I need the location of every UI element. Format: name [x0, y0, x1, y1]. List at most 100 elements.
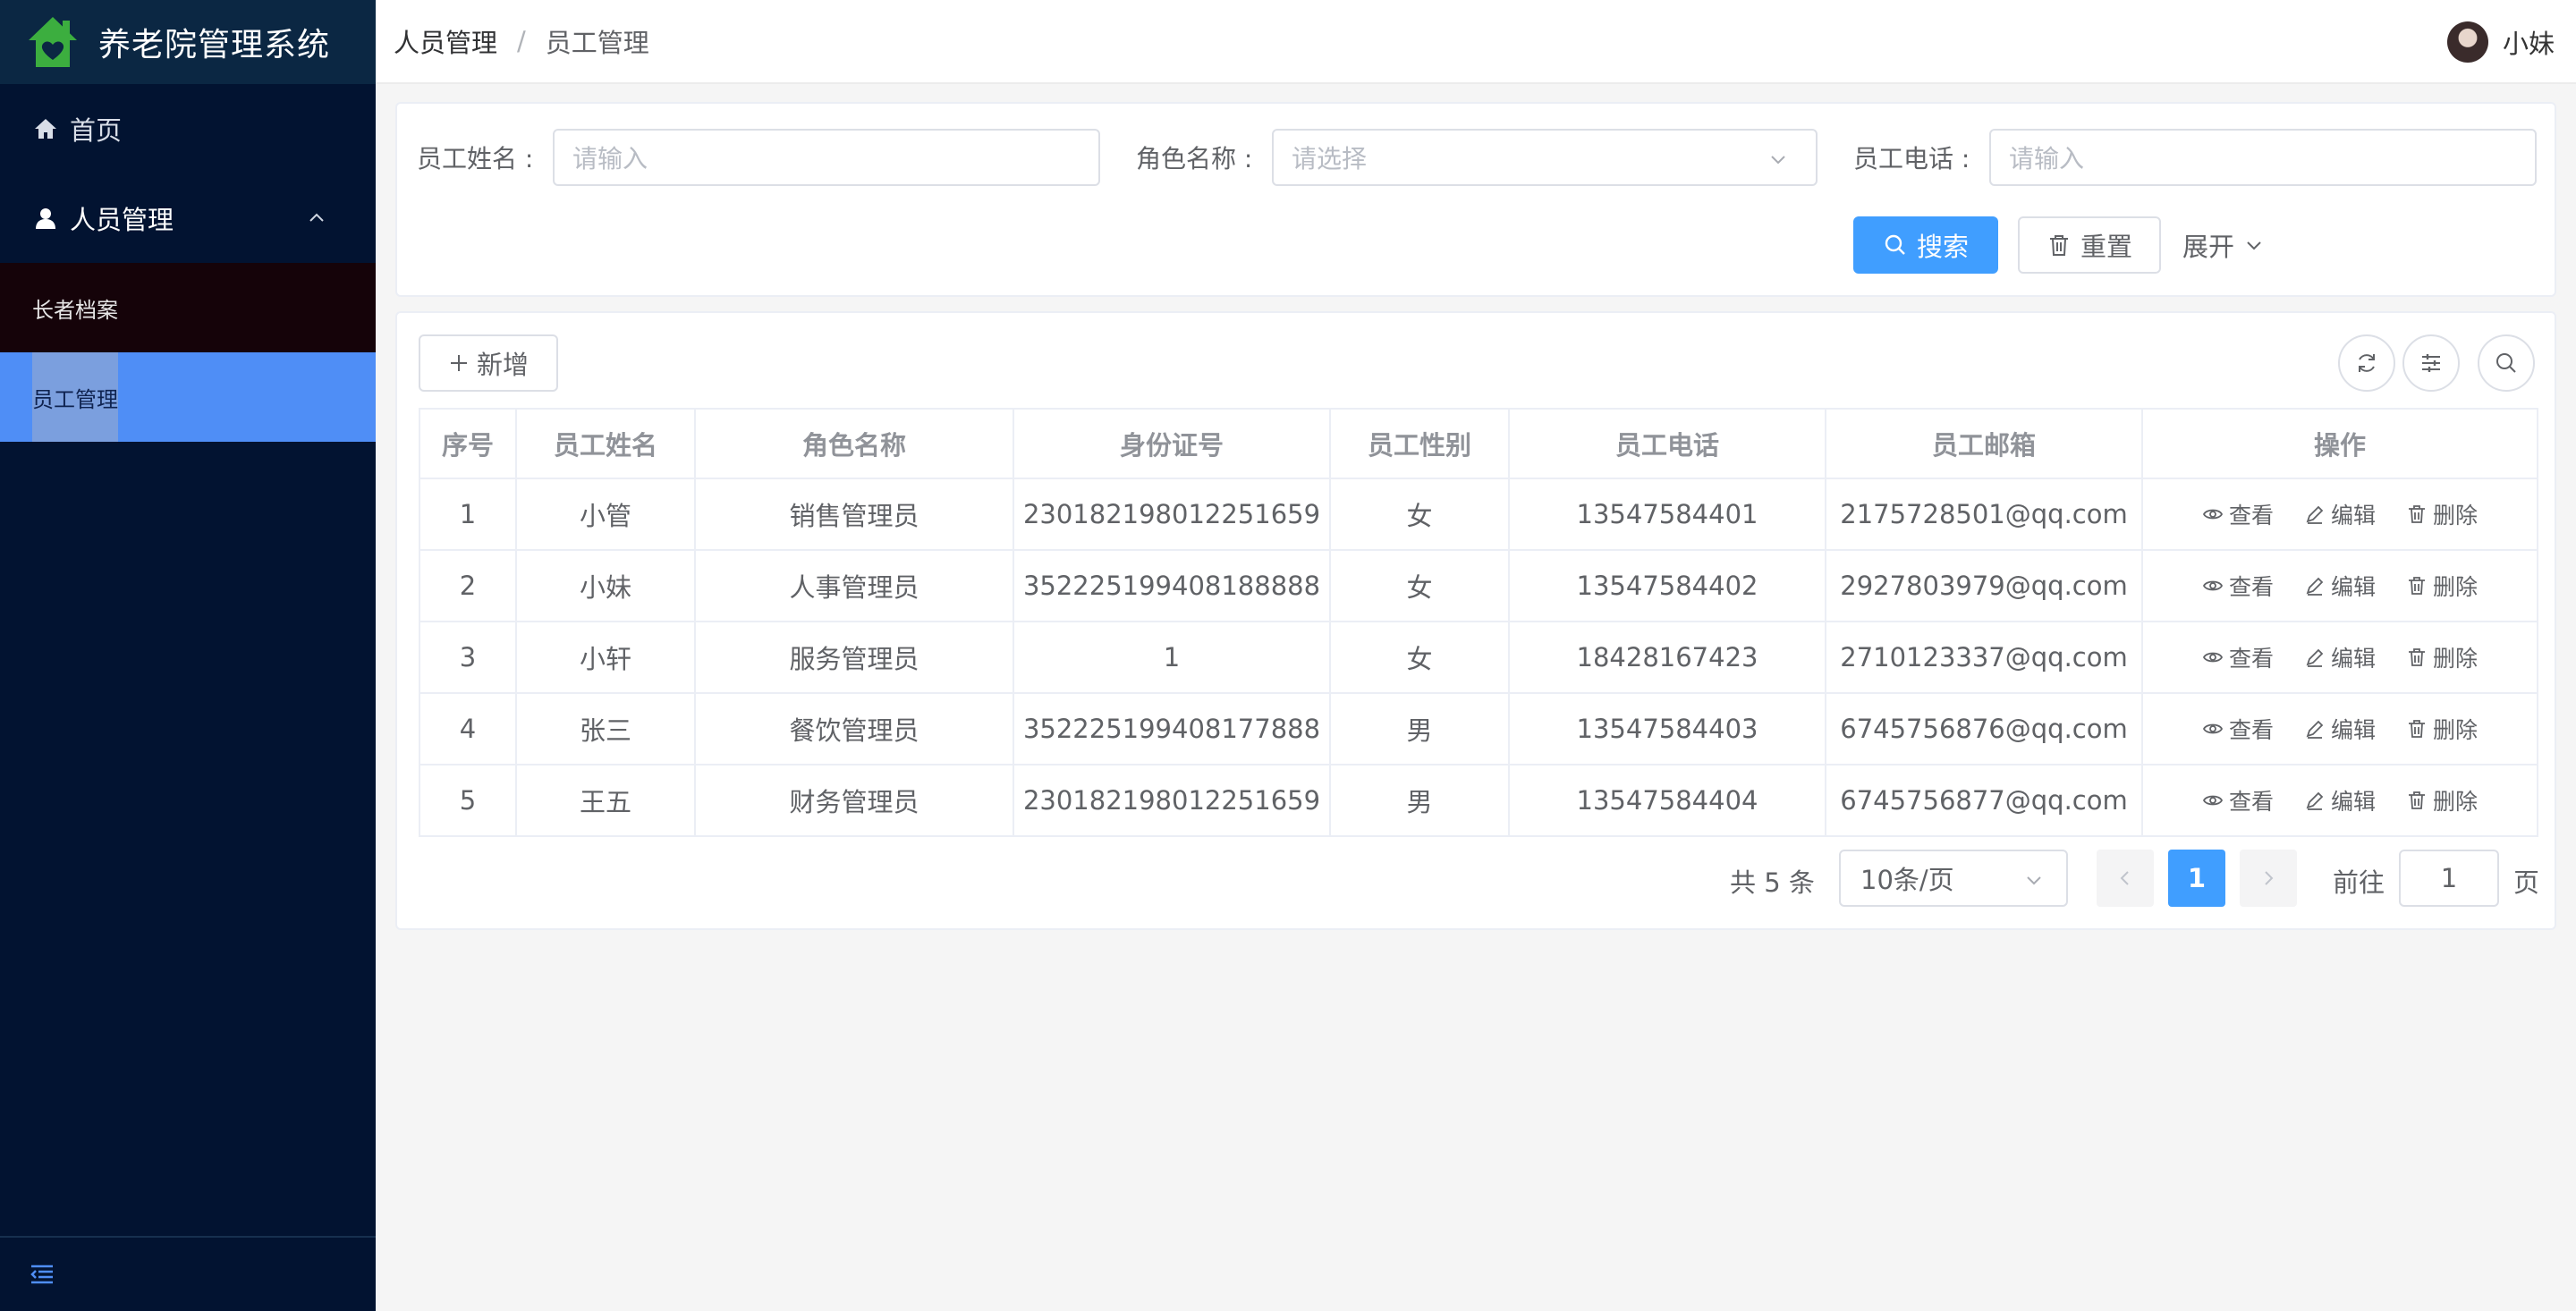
edit-icon [2304, 790, 2326, 811]
table-panel: 新增 序号 员工姓名 角色名称 身份证号 员工性别 员工电话 员工邮箱 操作 1… [395, 311, 2556, 930]
column-header: 角色名称 [694, 408, 1014, 479]
user-name[interactable]: 小妹 [2503, 23, 2555, 61]
edit-link[interactable]: 编辑 [2304, 784, 2376, 816]
search-button-label: 搜索 [1916, 232, 1969, 262]
cell-gender: 女 [1329, 478, 1510, 551]
cell-id: 352225199408177888 [1013, 692, 1331, 765]
pagination: 共 5 条 10条/页 1 前往 1 页 [397, 850, 2558, 907]
column-settings-button[interactable] [2402, 334, 2460, 392]
app-title: 养老院管理系统 [98, 27, 331, 63]
cell-name: 小妹 [515, 549, 696, 622]
eye-icon [2202, 790, 2224, 811]
view-link[interactable]: 查看 [2202, 641, 2274, 673]
cell-phone: 13547584403 [1508, 692, 1826, 765]
table-header-row: 序号 员工姓名 角色名称 身份证号 员工性别 员工电话 员工邮箱 操作 [419, 408, 2538, 479]
next-page-button[interactable] [2240, 850, 2297, 907]
cell-name: 小管 [515, 478, 696, 551]
cell-phone: 13547584401 [1508, 478, 1826, 551]
cell-actions: 查看 编辑 删除 [2141, 549, 2538, 622]
edit-icon [2304, 647, 2326, 668]
cell-role: 人事管理员 [694, 549, 1014, 622]
delete-link[interactable]: 删除 [2406, 784, 2478, 816]
page-size-select[interactable]: 10条/页 [1839, 850, 2068, 907]
expand-button-label: 展开 [2182, 232, 2235, 262]
reset-button[interactable]: 重置 [2018, 216, 2161, 274]
edit-link[interactable]: 编辑 [2304, 498, 2376, 530]
cell-actions: 查看 编辑 删除 [2141, 692, 2538, 765]
column-header: 员工性别 [1329, 408, 1510, 479]
view-link[interactable]: 查看 [2202, 498, 2274, 530]
name-filter-label: 员工姓名 : [417, 144, 534, 173]
cell-email: 2175728501@qq.com [1825, 478, 2143, 551]
cell-id: 230182198012251659 [1013, 478, 1331, 551]
delete-link[interactable]: 删除 [2406, 498, 2478, 530]
view-label: 查看 [2228, 646, 2274, 672]
delete-link[interactable]: 删除 [2406, 641, 2478, 673]
cell-no: 2 [419, 549, 517, 622]
delete-label: 删除 [2433, 789, 2479, 815]
cell-name: 小轩 [515, 621, 696, 694]
role-filter-select[interactable]: 请选择 [1272, 129, 1818, 186]
sidebar-item-label: 人员管理 [70, 205, 174, 235]
cell-actions: 查看 编辑 删除 [2141, 621, 2538, 694]
edit-label: 编辑 [2330, 503, 2376, 529]
column-header: 员工姓名 [515, 408, 696, 479]
name-filter-input[interactable]: 请输入 [553, 129, 1100, 186]
page-number-button[interactable]: 1 [2168, 850, 2225, 907]
add-staff-button[interactable]: 新增 [419, 334, 558, 392]
view-label: 查看 [2228, 789, 2274, 815]
menu-collapse-icon[interactable] [29, 1261, 55, 1288]
cell-no: 4 [419, 692, 517, 765]
goto-page-input[interactable]: 1 [2399, 850, 2499, 907]
chevron-down-icon [2023, 869, 2045, 891]
column-header: 序号 [419, 408, 517, 479]
role-filter-placeholder: 请选择 [1292, 144, 1368, 173]
breadcrumb-current: 员工管理 [545, 28, 649, 58]
delete-link[interactable]: 删除 [2406, 713, 2478, 745]
avatar[interactable] [2446, 21, 2488, 63]
expand-filters-button[interactable]: 展开 [2182, 216, 2317, 274]
view-link[interactable]: 查看 [2202, 784, 2274, 816]
cell-actions: 查看 编辑 删除 [2141, 478, 2538, 551]
chevron-left-icon [2115, 868, 2135, 888]
phone-filter-input[interactable]: 请输入 [1989, 129, 2537, 186]
view-link[interactable]: 查看 [2202, 570, 2274, 602]
cell-role: 财务管理员 [694, 764, 1014, 837]
cell-gender: 女 [1329, 621, 1510, 694]
user-menu[interactable]: 小妹 [2446, 21, 2555, 63]
trash-icon [2406, 503, 2428, 525]
sidebar-collapse-toggle[interactable] [0, 1236, 376, 1311]
page-size-value: 10条/页 [1860, 865, 1954, 895]
plus-icon [448, 352, 470, 374]
table-row: 1 小管 销售管理员 230182198012251659 女 13547584401 21… [419, 478, 2538, 551]
toggle-search-button[interactable] [2478, 334, 2535, 392]
edit-icon [2304, 575, 2326, 596]
delete-label: 删除 [2433, 574, 2479, 600]
refresh-icon [2354, 351, 2379, 376]
sidebar-item-people[interactable]: 人员管理 [0, 173, 376, 263]
table-row: 2 小妹 人事管理员 352225199408188888 女 13547584402 29… [419, 549, 2538, 622]
delete-link[interactable]: 删除 [2406, 570, 2478, 602]
trash-icon [2406, 575, 2428, 596]
refresh-button[interactable] [2338, 334, 2395, 392]
cell-no: 3 [419, 621, 517, 694]
cell-name: 王五 [515, 764, 696, 837]
search-button[interactable]: 搜索 [1853, 216, 1998, 274]
sidebar-item-elder-archive[interactable]: 长者档案 [0, 263, 376, 352]
edit-link[interactable]: 编辑 [2304, 713, 2376, 745]
view-link[interactable]: 查看 [2202, 713, 2274, 745]
logo: 养老院管理系统 [0, 0, 376, 84]
edit-link[interactable]: 编辑 [2304, 570, 2376, 602]
cell-no: 5 [419, 764, 517, 837]
prev-page-button[interactable] [2097, 850, 2154, 907]
edit-label: 编辑 [2330, 646, 2376, 672]
sidebar-item-home[interactable]: 首页 [0, 84, 376, 173]
view-label: 查看 [2228, 574, 2274, 600]
sidebar-item-staff-management[interactable]: 员工管理 [0, 352, 376, 442]
cell-id: 352225199408188888 [1013, 549, 1331, 622]
breadcrumb-parent[interactable]: 人员管理 [394, 22, 497, 60]
column-header: 员工电话 [1508, 408, 1826, 479]
edit-link[interactable]: 编辑 [2304, 641, 2376, 673]
table-row: 3 小轩 服务管理员 1 女 18428167423 2710123337@qq.com 查看… [419, 621, 2538, 694]
cell-role: 销售管理员 [694, 478, 1014, 551]
